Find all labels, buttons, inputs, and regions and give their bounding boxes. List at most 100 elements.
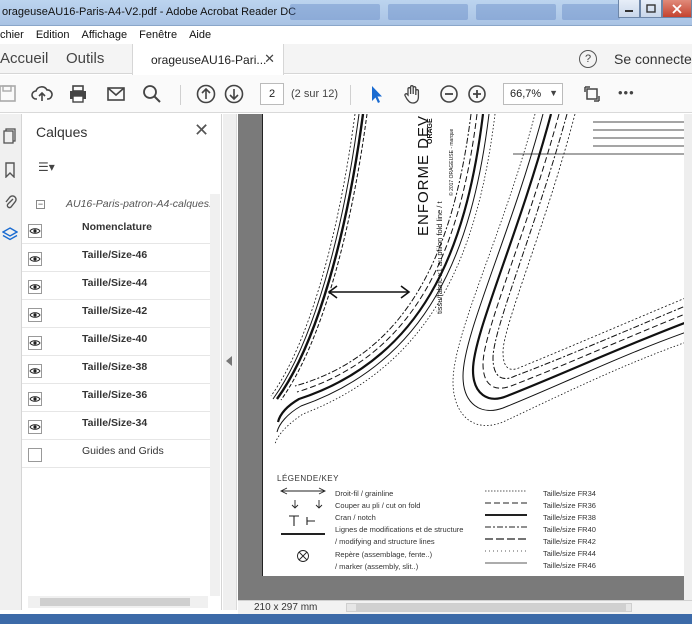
layer-row[interactable]: Nomenclature [22,216,210,244]
layer-row[interactable]: Taille/Size-40 [22,328,210,356]
tab-tools[interactable]: Outils [66,50,104,67]
layer-label: Nomenclature [82,221,153,233]
page-thumbnails-icon[interactable] [0,126,20,146]
minus-circle-icon [440,85,458,103]
email-button[interactable] [104,83,128,105]
minimize-button[interactable] [618,0,640,18]
eye-icon[interactable] [28,420,42,434]
arrow-down-circle-icon [224,84,244,104]
collapse-icon[interactable]: − [36,200,45,209]
tab-document[interactable]: orageuseAU16-Pari... ✕ [132,44,284,75]
eye-icon[interactable] [28,280,42,294]
copyright-vertical: © 2017 ORAGEUSE - marque [449,128,455,196]
title-bar: orageuseAU16-Paris-A4-V2.pdf - Adobe Acr… [0,0,692,26]
panel-splitter[interactable] [223,114,237,610]
select-tool-button[interactable] [364,83,388,105]
layer-row[interactable]: Guides and Grids [22,440,210,468]
menu-help[interactable]: Aide [189,26,211,44]
maximize-button[interactable] [640,0,662,18]
upload-button[interactable] [30,83,54,105]
help-icon[interactable]: ? [579,50,597,68]
layers-panel: Calques ✕ ☰▾ − AU16-Paris-patron-A4-calq… [22,114,222,610]
toolbar-divider [350,85,351,105]
size-label: Taille/size FR38 [543,513,596,522]
layer-group-root[interactable]: − AU16-Paris-patron-A4-calques. [32,194,212,216]
close-window-button[interactable] [662,0,692,18]
attachments-icon[interactable] [0,192,20,212]
eye-icon[interactable] [28,252,42,266]
previous-page-button[interactable] [194,83,218,105]
close-tab-icon[interactable]: ✕ [264,51,275,67]
options-menu-icon[interactable]: ☰▾ [38,160,55,174]
zoom-out-button[interactable] [437,83,461,105]
eye-icon[interactable] [28,336,42,350]
visibility-checkbox[interactable] [28,448,42,462]
print-icon [70,85,86,103]
hand-tool-button[interactable] [400,83,424,105]
arrow-up-circle-icon [196,84,216,104]
layer-row[interactable]: Taille/Size-44 [22,272,210,300]
eye-icon[interactable] [28,224,42,238]
layer-label: Taille/Size-36 [82,389,148,401]
toolbar: 2 (2 sur 12) 66,7% ▼ ••• [0,75,692,113]
next-page-button[interactable] [222,83,246,105]
print-button[interactable] [66,83,90,105]
zoom-select[interactable]: 66,7% ▼ [503,83,563,105]
layer-row[interactable]: Taille/Size-34 [22,412,210,440]
bookmarks-icon[interactable] [0,160,20,180]
collapse-panel-arrow-icon[interactable] [226,356,232,366]
eye-icon[interactable] [28,308,42,322]
panel-vertical-scrollbar[interactable] [210,194,220,596]
document-viewport[interactable]: ORAGE ENFORME DEV tissu/fabric x1 au pli… [238,114,684,600]
layers-icon[interactable] [0,224,20,244]
save-icon [0,85,16,102]
layer-label: Taille/Size-40 [82,333,148,345]
page-number-input[interactable]: 2 [260,83,284,105]
eye-icon[interactable] [28,392,42,406]
zoom-in-button[interactable] [465,83,489,105]
cloud-upload-icon [31,86,53,101]
fit-page-icon [584,86,600,102]
scroll-thumb[interactable] [356,604,626,611]
sign-in-link[interactable]: Se connecter [614,51,692,67]
toolbar-divider [180,85,181,105]
scroll-thumb[interactable] [40,598,190,606]
size-label: Taille/size FR34 [543,489,596,498]
panel-title: Calques [36,124,88,140]
legend-item: Couper au pli / cut on fold [335,501,421,510]
close-panel-icon[interactable]: ✕ [194,120,209,141]
layer-label: Taille/Size-44 [82,277,148,289]
menu-window[interactable]: Fenêtre [139,26,177,44]
cursor-arrow-icon [372,86,382,103]
menu-bar: chier Edition Affichage Fenêtre Aide [0,26,692,44]
legend-item: / marker (assembly, slit..) [335,562,419,571]
plus-circle-icon [468,85,486,103]
legend-item: Repère (assemblage, fente..) [335,550,433,559]
size-label: Taille/size FR40 [543,525,596,534]
layer-row[interactable]: Taille/Size-42 [22,300,210,328]
layer-label: Taille/Size-42 [82,305,148,317]
eye-icon[interactable] [28,364,42,378]
background-taskbar-item [476,4,556,20]
size-label: Taille/size FR42 [543,537,596,546]
panel-horizontal-scrollbar[interactable] [28,596,208,608]
menu-view[interactable]: Affichage [81,26,127,44]
save-button[interactable] [0,83,20,105]
layer-row[interactable]: Taille/Size-38 [22,356,210,384]
pdf-page: ORAGE ENFORME DEV tissu/fabric x1 au pli… [262,114,684,576]
mail-icon [107,87,125,101]
menu-file[interactable]: chier [0,26,24,44]
layer-row[interactable]: Taille/Size-46 [22,244,210,272]
search-button[interactable] [140,83,164,105]
legend-item: Droit-fil / grainline [335,489,394,498]
layer-row[interactable]: Taille/Size-36 [22,384,210,412]
menu-edit[interactable]: Edition [36,26,70,44]
search-icon [143,85,161,103]
document-tab-label: orageuseAU16-Pari... [151,53,267,67]
window-title: orageuseAU16-Paris-A4-V2.pdf - Adobe Acr… [2,6,297,18]
document-vertical-scrollbar[interactable] [684,114,692,610]
tab-home[interactable]: Accueil [0,50,48,67]
pattern-subtitle-vertical: tissu/fabric x1 au pli/on fold line / t [435,201,444,314]
more-tools-icon[interactable]: ••• [618,85,635,100]
fit-page-button[interactable] [580,83,604,105]
